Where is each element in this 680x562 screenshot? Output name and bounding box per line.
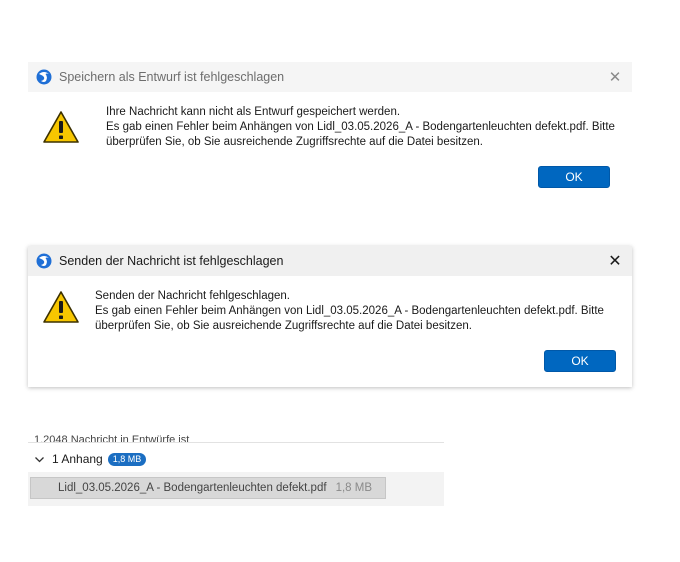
dialog-message: Senden der Nachricht fehlgeschlagen. Es …: [95, 289, 604, 334]
pane-divider: [28, 442, 444, 443]
dialog-titlebar: Speichern als Entwurf ist fehlgeschlagen…: [28, 62, 632, 92]
dialog-title: Senden der Nachricht ist fehlgeschlagen: [59, 254, 284, 268]
thunderbird-icon: [36, 253, 52, 269]
attachment-item[interactable]: Lidl_03.05.2026_A - Bodengartenleuchten …: [30, 477, 386, 499]
cut-off-status-text: 1.2048 Nachricht in Entwürfe ist: [34, 434, 190, 443]
attachment-filename: Lidl_03.05.2026_A - Bodengartenleuchten …: [58, 482, 327, 494]
dialog-message: Ihre Nachricht kann nicht als Entwurf ge…: [106, 105, 615, 150]
attachment-pane: 1.2048 Nachricht in Entwürfe ist 1 Anhan…: [28, 434, 444, 512]
message-line: überprüfen Sie, ob Sie ausreichende Zugr…: [95, 320, 472, 332]
chevron-down-icon: [35, 456, 44, 462]
attachment-size-badge: 1,8 MB: [107, 452, 147, 466]
ok-button[interactable]: OK: [544, 350, 616, 372]
attachment-filesize: 1,8 MB: [335, 482, 372, 494]
message-line: Ihre Nachricht kann nicht als Entwurf ge…: [106, 106, 401, 118]
warning-triangle-icon: [43, 291, 79, 323]
dialog-titlebar: Senden der Nachricht ist fehlgeschlagen …: [28, 246, 632, 276]
dialog-title: Speichern als Entwurf ist fehlgeschlagen: [59, 70, 285, 84]
attachment-toggle[interactable]: 1 Anhang 1,8 MB: [34, 450, 147, 468]
save-draft-failed-dialog: Speichern als Entwurf ist fehlgeschlagen…: [28, 62, 632, 200]
message-line: Es gab einen Fehler beim Anhängen von Li…: [95, 305, 604, 317]
message-line: Es gab einen Fehler beim Anhängen von Li…: [106, 121, 615, 133]
close-button[interactable]: ✕: [598, 246, 632, 276]
close-button[interactable]: ✕: [598, 62, 632, 92]
ok-button[interactable]: OK: [538, 166, 610, 188]
message-line: überprüfen Sie, ob Sie ausreichende Zugr…: [106, 136, 483, 148]
attachment-count-label: 1 Anhang: [52, 452, 103, 466]
send-failed-dialog: Senden der Nachricht ist fehlgeschlagen …: [28, 246, 632, 387]
close-icon: ✕: [608, 253, 622, 270]
close-icon: ✕: [608, 69, 622, 86]
message-line: Senden der Nachricht fehlgeschlagen.: [95, 290, 290, 302]
warning-triangle-icon: [43, 111, 79, 143]
thunderbird-icon: [36, 69, 52, 85]
attachment-list: Lidl_03.05.2026_A - Bodengartenleuchten …: [28, 472, 444, 506]
